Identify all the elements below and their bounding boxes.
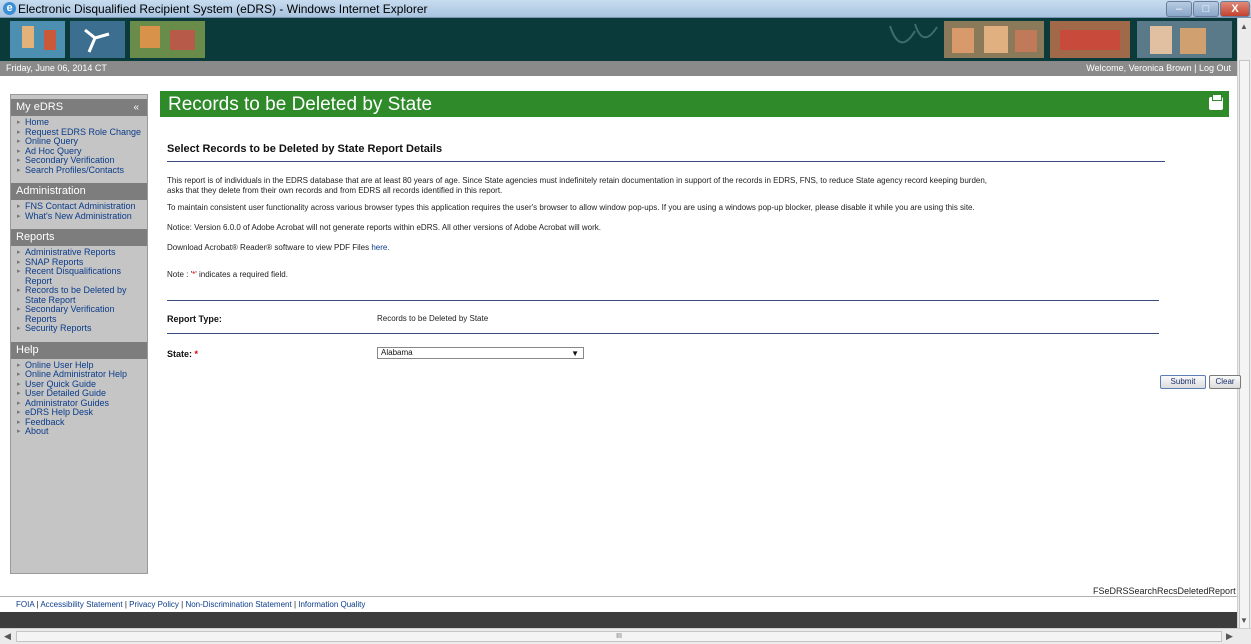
page-id: FSeDRSSearchRecsDeletedReport: [1093, 586, 1236, 596]
current-date: Friday, June 06, 2014 CT: [6, 63, 107, 73]
note-suffix: ' indicates a required field.: [195, 270, 288, 279]
minimize-button[interactable]: –: [1166, 1, 1192, 17]
maximize-button[interactable]: □: [1193, 1, 1219, 17]
acrobat-notice: Notice: Version 6.0.0 of Adobe Acrobat w…: [167, 223, 602, 232]
ie-logo-icon: e: [3, 2, 16, 15]
footer: FOIA | Accessibility Statement | Privacy…: [0, 596, 1237, 612]
footer-link[interactable]: FOIA: [16, 600, 34, 609]
report-type-label: Report Type:: [167, 314, 222, 324]
sidebar-section-list: HomeRequest EDRS Role ChangeOnline Query…: [11, 116, 147, 183]
page-title: Records to be Deleted by State: [168, 94, 433, 115]
footer-dark-band: [0, 612, 1237, 628]
sidebar-section-header: Reports: [11, 229, 147, 246]
scroll-down-icon[interactable]: ▼: [1240, 616, 1248, 625]
window-title: Electronic Disqualified Recipient System…: [18, 2, 428, 16]
sidebar-link[interactable]: About: [17, 426, 143, 437]
sidebar-link[interactable]: Search Profiles/Contacts: [17, 165, 143, 176]
sidebar-section-list: Administrative ReportsSNAP ReportsRecent…: [11, 246, 147, 342]
sidebar-link[interactable]: What's New Administration: [17, 211, 143, 222]
state-select[interactable]: Alabama ▼: [377, 347, 584, 359]
download-text: Download Acrobat® Reader® software to vi…: [167, 243, 372, 252]
divider: [167, 333, 1159, 334]
submit-button[interactable]: Submit: [1160, 375, 1206, 389]
welcome-logout-link[interactable]: Welcome, Veronica Brown | Log Out: [1086, 63, 1231, 73]
sidebar-link[interactable]: Records to be Deleted by State Report: [17, 285, 143, 305]
sidebar-section-header: Administration: [11, 183, 147, 200]
sidebar-section-title: Help: [16, 343, 39, 356]
download-here-link[interactable]: here.: [371, 243, 389, 252]
window-titlebar: e Electronic Disqualified Recipient Syst…: [0, 0, 1251, 18]
scroll-up-icon[interactable]: ▲: [1240, 22, 1248, 31]
vertical-scrollbar[interactable]: ▲ ▼: [1237, 18, 1251, 632]
clear-button[interactable]: Clear: [1209, 375, 1241, 389]
horizontal-scroll-thumb[interactable]: III: [16, 631, 1222, 642]
sidebar-section-list: Online User HelpOnline Administrator Hel…: [11, 359, 147, 445]
sidebar-link[interactable]: Recent Disqualifications Report: [17, 266, 143, 286]
state-label-row: State: *: [167, 349, 198, 359]
collapse-sidebar-icon[interactable]: «: [133, 99, 139, 116]
description-line-2: asks that they delete from their own rec…: [167, 186, 503, 195]
footer-link[interactable]: Information Quality: [298, 600, 365, 609]
section-subtitle: Select Records to be Deleted by State Re…: [167, 143, 443, 155]
required-note: Note : '*' indicates a required field.: [167, 270, 288, 279]
download-line: Download Acrobat® Reader® software to vi…: [167, 243, 390, 252]
print-icon[interactable]: [1209, 94, 1223, 110]
note-prefix: Note : ': [167, 270, 193, 279]
sidebar-nav: My eDRS «HomeRequest EDRS Role ChangeOnli…: [10, 94, 148, 574]
state-required-star: *: [194, 349, 199, 359]
sidebar-section-title: Reports: [16, 231, 55, 243]
divider: [167, 300, 1159, 301]
footer-link[interactable]: Accessibility Statement: [40, 600, 122, 609]
page-header-bar: Records to be Deleted by State: [160, 91, 1229, 117]
sidebar-section-header: My eDRS «: [11, 99, 147, 116]
banner-photos: [0, 18, 1237, 61]
site-banner: [0, 18, 1237, 61]
horizontal-scrollbar[interactable]: ◀ III ▶: [0, 628, 1251, 644]
footer-link[interactable]: Non-Discrimination Statement: [185, 600, 291, 609]
footer-links: FOIA | Accessibility Statement | Privacy…: [16, 600, 365, 609]
scroll-right-icon[interactable]: ▶: [1226, 631, 1233, 642]
close-button[interactable]: X: [1220, 1, 1250, 17]
sidebar-link[interactable]: Security Reports: [17, 323, 143, 334]
description-line-1: This report is of individuals in the EDR…: [167, 176, 988, 185]
report-type-value: Records to be Deleted by State: [377, 314, 489, 323]
scroll-left-icon[interactable]: ◀: [4, 631, 11, 642]
sidebar-section-title: Administration: [16, 185, 86, 197]
sidebar-link[interactable]: Secondary Verification Reports: [17, 304, 143, 324]
state-selected-value: Alabama: [381, 348, 413, 357]
sidebar-section-list: FNS Contact AdministrationWhat's New Adm…: [11, 200, 147, 229]
footer-link[interactable]: Privacy Policy: [129, 600, 179, 609]
sidebar-section-header: Help: [11, 341, 147, 359]
popup-notice: To maintain consistent user functionalit…: [167, 203, 975, 212]
dropdown-arrow-icon[interactable]: ▼: [571, 349, 579, 359]
status-bar: Friday, June 06, 2014 CT Welcome, Veroni…: [0, 61, 1237, 76]
state-label: State:: [167, 349, 193, 359]
divider: [167, 161, 1165, 162]
vertical-scroll-thumb[interactable]: [1239, 60, 1250, 632]
sidebar-section-title: My eDRS: [16, 101, 64, 113]
